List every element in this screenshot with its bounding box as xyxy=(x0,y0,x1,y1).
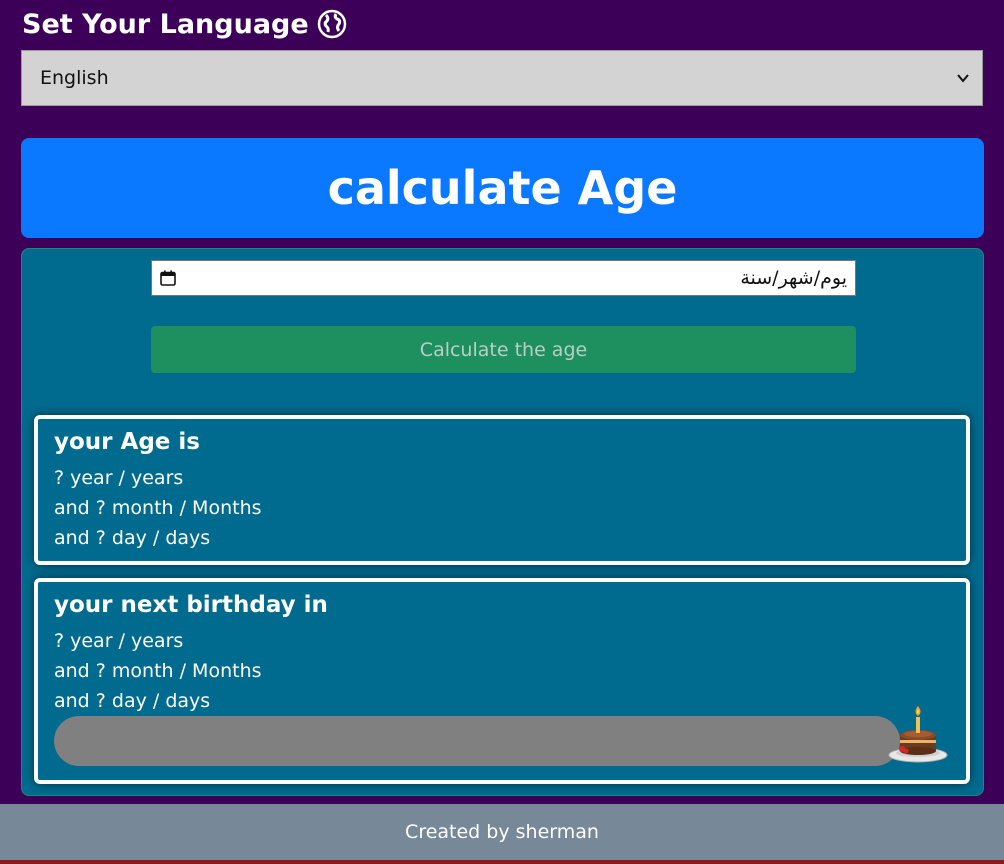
age-months: and ? month / Months xyxy=(54,497,262,519)
page-title: calculate Age xyxy=(21,138,984,238)
footer-credit: Created by sherman xyxy=(405,821,599,843)
next-birthday-years: ? year / years xyxy=(54,630,184,652)
birthday-progress-bar xyxy=(54,716,900,766)
age-result-title: your Age is xyxy=(54,429,200,455)
birthdate-input-value: يوم/شهر/سنة xyxy=(740,267,847,289)
calendar-icon[interactable] xyxy=(160,270,176,286)
age-days: and ? day / days xyxy=(54,527,211,549)
age-years: ? year / years xyxy=(54,467,184,489)
next-birthday-months: and ? month / Months xyxy=(54,660,262,682)
language-heading-text: Set Your Language xyxy=(22,8,309,40)
language-select[interactable]: English xyxy=(21,50,983,106)
next-birthday-title: your next birthday in xyxy=(54,592,328,618)
next-birthday-box: your next birthday in ? year / years and… xyxy=(34,578,970,784)
calculate-button[interactable]: Calculate the age xyxy=(151,326,856,373)
language-select-value: English xyxy=(40,67,109,89)
language-heading: Set Your Language xyxy=(22,6,347,42)
calculator-card: يوم/شهر/سنة Calculate the age your Age i… xyxy=(21,248,984,796)
globe-icon xyxy=(317,9,346,39)
age-result-box: your Age is ? year / years and ? month /… xyxy=(34,415,970,565)
page: Set Your Language English calculate Age … xyxy=(0,0,1004,864)
chevron-down-icon xyxy=(957,74,969,83)
cake-icon xyxy=(888,706,948,763)
footer: Created by sherman xyxy=(0,804,1004,860)
next-birthday-days: and ? day / days xyxy=(54,690,211,712)
birthdate-input[interactable]: يوم/شهر/سنة xyxy=(151,260,856,296)
footer-divider xyxy=(0,860,1004,864)
